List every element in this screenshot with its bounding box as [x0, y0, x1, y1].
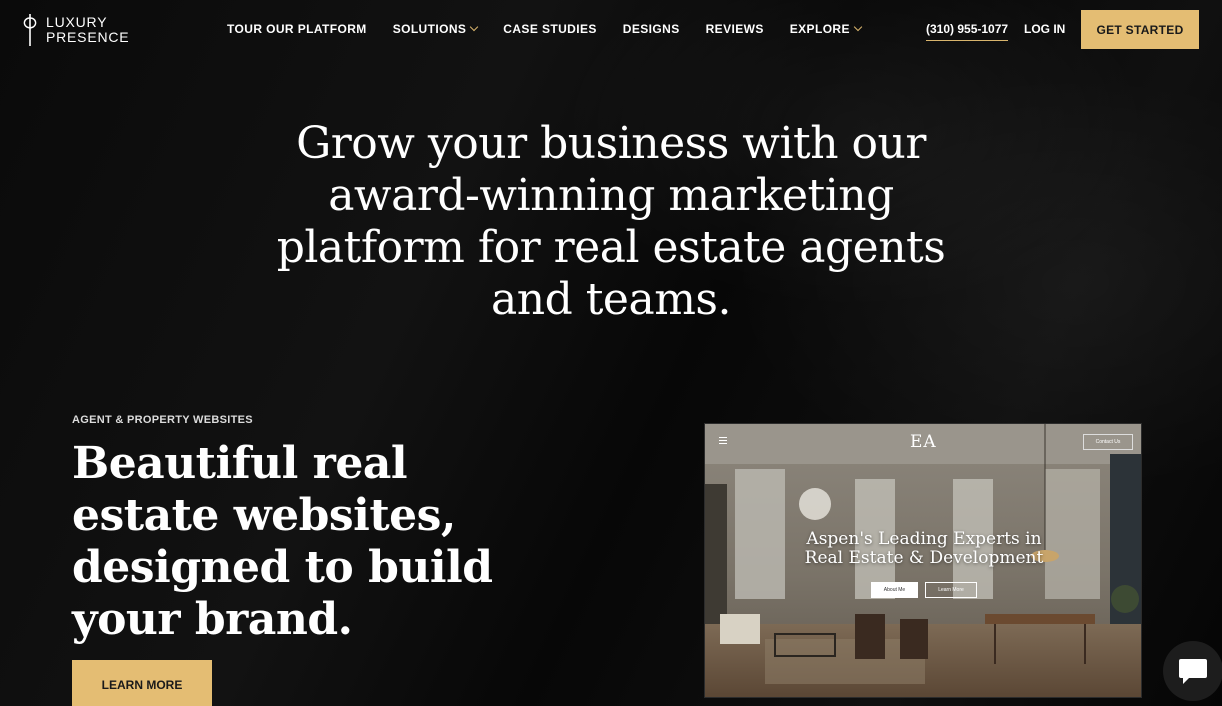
preview-learn-button: Learn More — [925, 582, 977, 598]
preview-contact-button: Contact Us — [1083, 434, 1133, 450]
nav-reviews[interactable]: REVIEWS — [706, 22, 764, 36]
section-eyebrow: AGENT & PROPERTY WEBSITES — [72, 414, 253, 426]
nav-label: SOLUTIONS — [392, 22, 467, 36]
website-preview-image: EA Contact Us Aspen's Leading Experts in… — [704, 423, 1142, 698]
phone-link[interactable]: (310) 955-1077 — [926, 22, 1009, 41]
nav-designs[interactable]: DESIGNS — [623, 22, 680, 36]
nav-label: CASE STUDIES — [503, 22, 597, 36]
brand-logo[interactable]: LUXURY PRESENCE — [20, 12, 129, 48]
chat-launcher[interactable] — [1163, 641, 1222, 701]
nav-case-studies[interactable]: CASE STUDIES — [503, 22, 596, 36]
chevron-down-icon — [470, 22, 479, 32]
preview-about-button: About Me — [871, 582, 918, 598]
login-link[interactable]: LOG IN — [1024, 22, 1065, 36]
brand-line1: LUXURY — [46, 14, 108, 30]
hamburger-icon — [719, 437, 727, 444]
nav-label: TOUR OUR PLATFORM — [227, 22, 367, 36]
nav-solutions[interactable]: SOLUTIONS — [392, 22, 479, 36]
nav-explore[interactable]: EXPLORE — [789, 22, 863, 36]
brand-name: LUXURY PRESENCE — [46, 15, 129, 45]
section-title: Beautiful real estate websites, designed… — [72, 438, 493, 645]
preview-headline: Aspen's Leading Experts in Real Estate &… — [804, 529, 1044, 568]
get-started-button[interactable]: GET STARTED — [1081, 10, 1199, 49]
brand-line2: PRESENCE — [46, 29, 130, 45]
nav-tour-our-platform[interactable]: TOUR OUR PLATFORM — [227, 22, 367, 36]
chevron-down-icon — [853, 22, 863, 32]
hero-title: Grow your business with our award-winnin… — [276, 118, 946, 325]
logo-mark-icon — [20, 12, 40, 48]
preview-logo: EA — [910, 432, 937, 452]
main-menu: TOUR OUR PLATFORM SOLUTIONS CASE STUDIES… — [227, 22, 887, 36]
nav-label: EXPLORE — [789, 22, 850, 36]
chat-bubble-icon — [1179, 659, 1207, 684]
learn-more-button[interactable]: LEARN MORE — [72, 660, 212, 706]
nav-label: DESIGNS — [622, 22, 680, 36]
top-navigation: LUXURY PRESENCE TOUR OUR PLATFORM SOLUTI… — [0, 0, 1222, 62]
nav-label: REVIEWS — [705, 22, 764, 36]
